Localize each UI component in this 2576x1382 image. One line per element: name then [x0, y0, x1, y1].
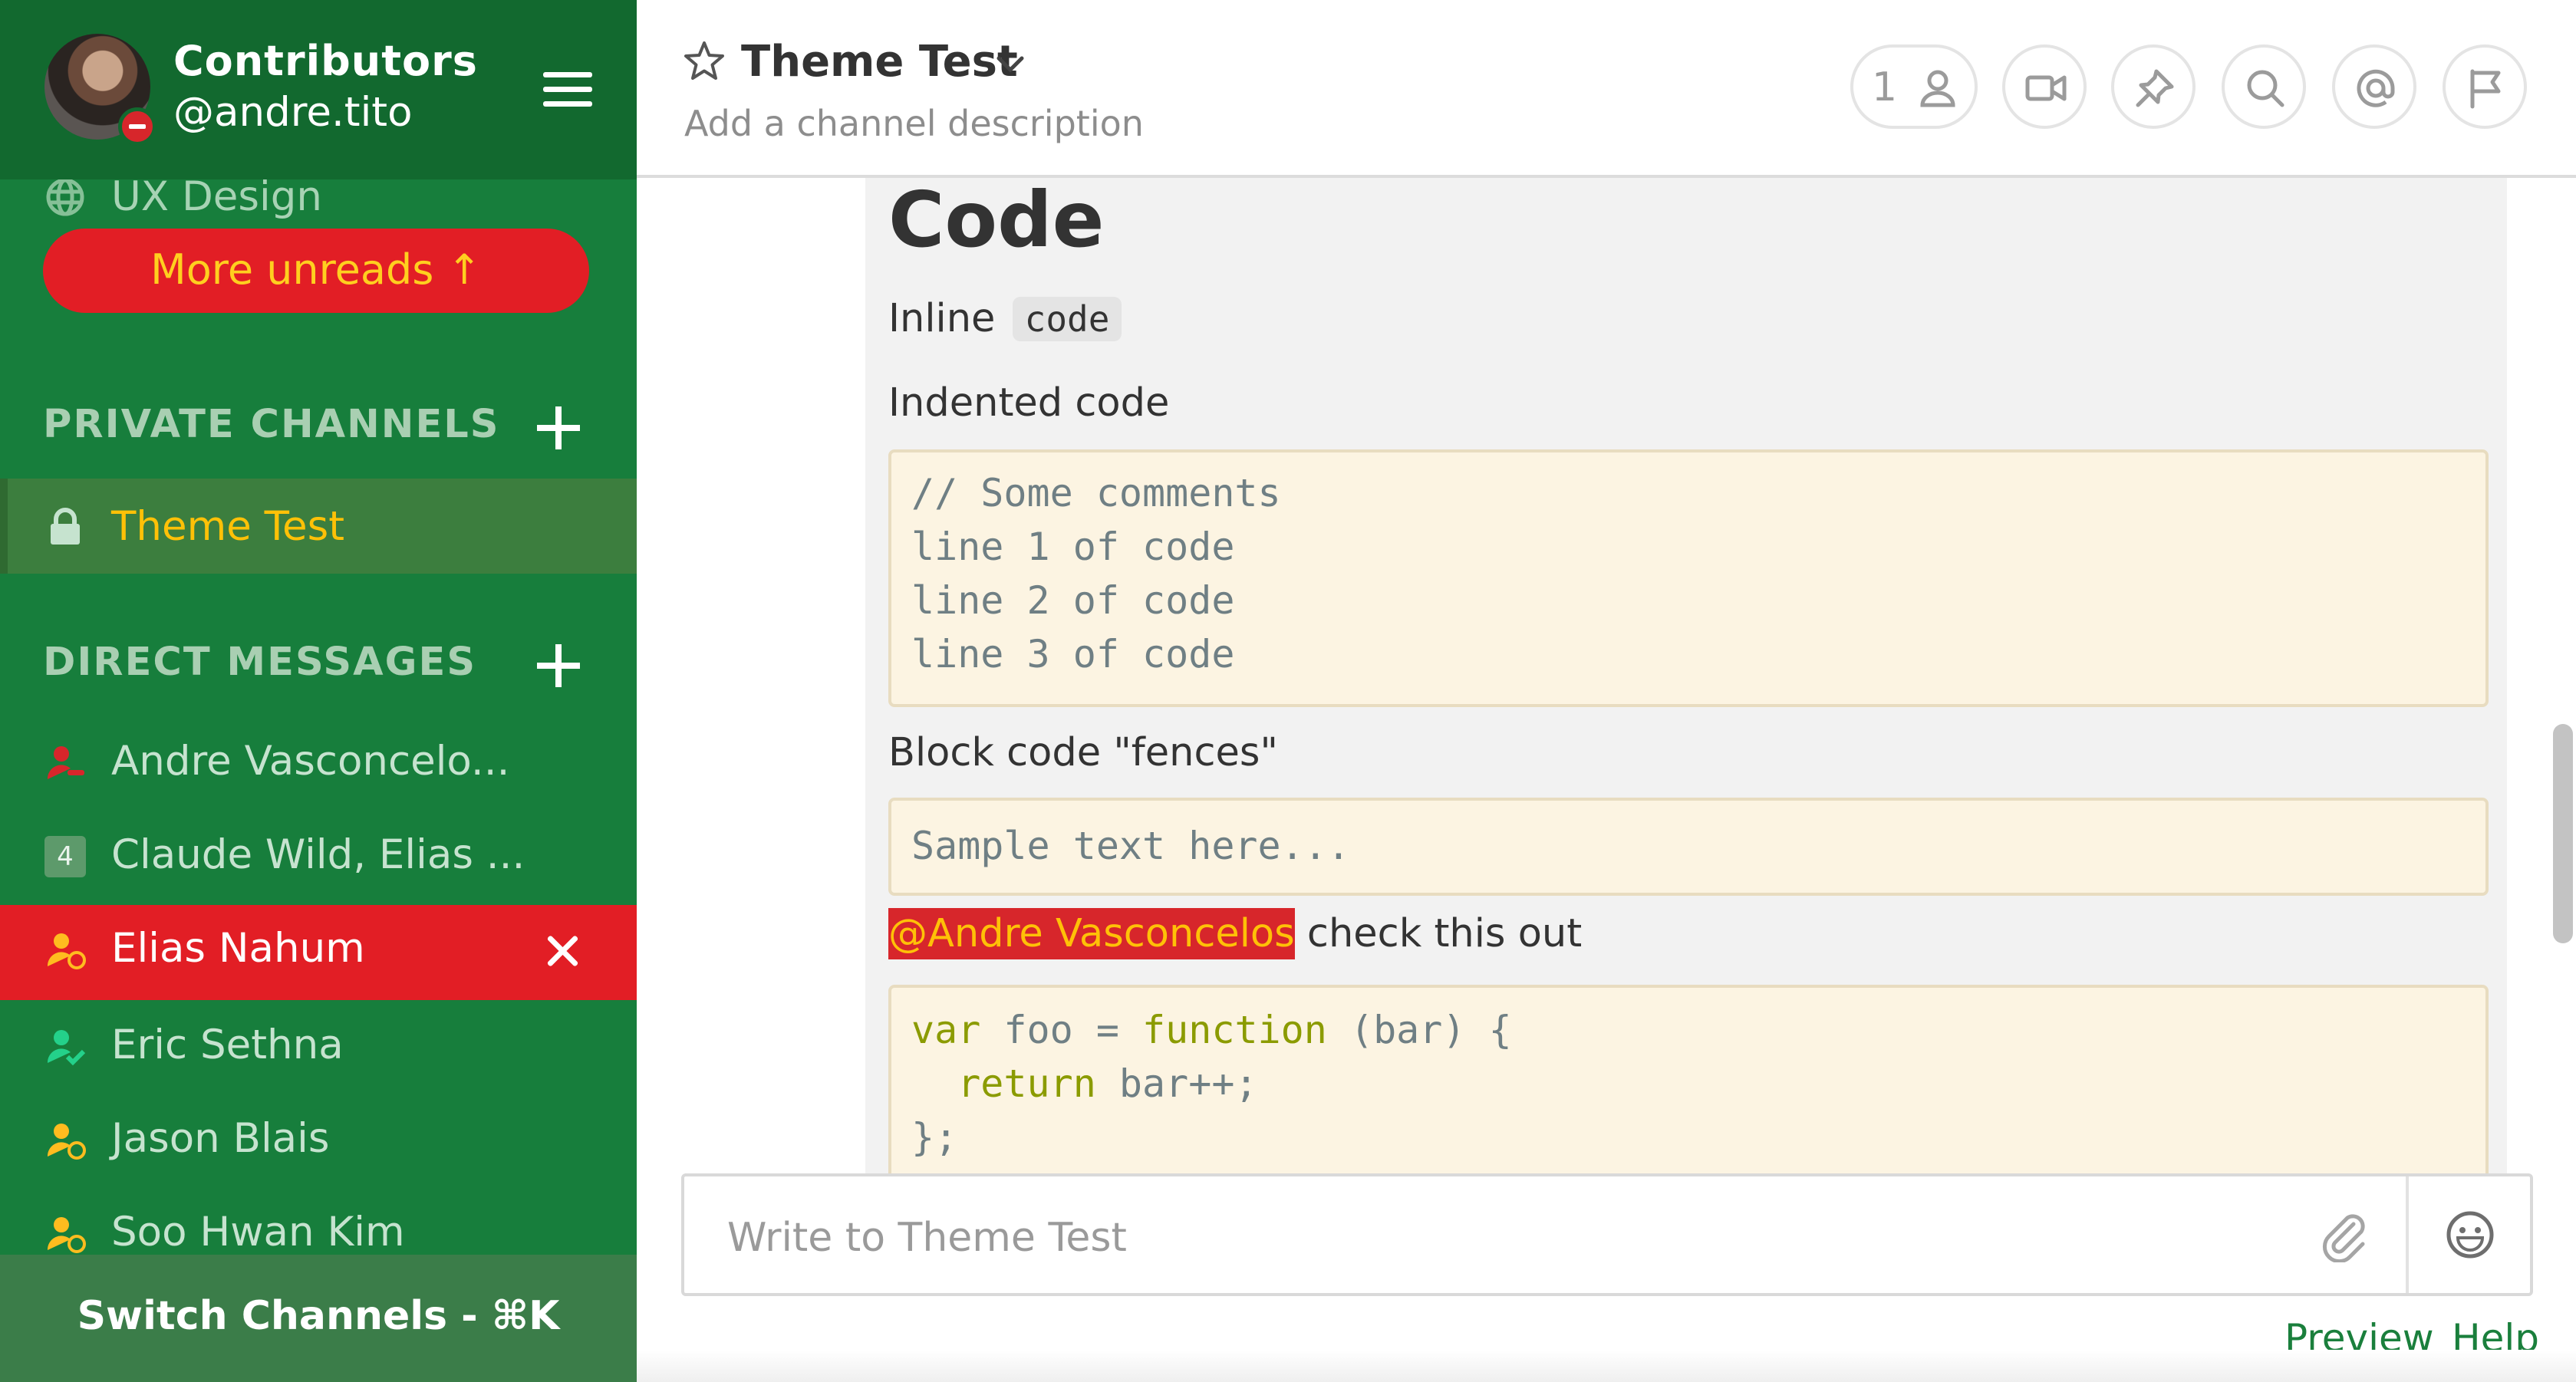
- message-list[interactable]: Code Inline code Indented code // Some c…: [637, 178, 2576, 1175]
- dm-item-andre[interactable]: Andre Vasconcelo...: [0, 718, 637, 808]
- flag-icon: [2470, 69, 2501, 109]
- dm-item-elias[interactable]: Elias Nahum: [0, 905, 637, 1000]
- mentions-button[interactable]: [2332, 44, 2416, 129]
- dm-label: Andre Vasconcelo...: [111, 738, 510, 785]
- video-icon: [2025, 75, 2067, 101]
- message-body: Code Inline code Indented code // Some c…: [865, 178, 2507, 1175]
- sidebar-item-label: UX Design: [111, 173, 322, 220]
- composer-divider: [2406, 1176, 2409, 1293]
- switch-channels-label: Switch Channels - ⌘K: [77, 1293, 560, 1339]
- js-code-block: var foo = function (bar) { return bar++;…: [888, 985, 2489, 1175]
- code-line: line 1 of code: [911, 525, 1235, 569]
- channel-header: Theme Test Add a channel description 1: [637, 0, 2576, 178]
- user-away-status-icon: [47, 933, 86, 969]
- code-line: line 2 of code: [911, 578, 1235, 623]
- dm-item-eric[interactable]: Eric Sethna: [0, 1002, 637, 1092]
- at-mention-icon: [2357, 69, 2395, 107]
- dm-label: Eric Sethna: [111, 1022, 344, 1068]
- globe-icon: [46, 178, 84, 216]
- sidebar-header: Contributors @andre.tito: [0, 0, 637, 179]
- group-count-badge: 4: [44, 836, 86, 877]
- message-heading: Code: [888, 178, 1105, 265]
- member-count: 1: [1872, 64, 1898, 110]
- dnd-status-icon: [118, 107, 156, 146]
- user-handle[interactable]: @andre.tito: [173, 89, 413, 136]
- add-direct-message-icon[interactable]: [537, 644, 580, 687]
- user-online-status-icon: [47, 1030, 86, 1066]
- user-dnd-status-icon: [47, 746, 84, 779]
- dm-label: Claude Wild, Elias ...: [111, 831, 525, 878]
- members-button[interactable]: 1: [1850, 44, 1978, 129]
- sidebar-item-theme-test[interactable]: Theme Test: [0, 479, 637, 574]
- inline-code: code: [1012, 297, 1122, 341]
- inline-prefix: Inline: [888, 296, 996, 341]
- code-line: Sample text here...: [911, 824, 1350, 868]
- indented-code-block: // Some comments line 1 of code line 2 o…: [888, 449, 2489, 707]
- user-away-status-icon: [47, 1124, 86, 1160]
- dm-item-group[interactable]: 4 Claude Wild, Elias ...: [0, 811, 637, 902]
- video-call-button[interactable]: [2002, 44, 2087, 129]
- indented-code-label: Indented code: [888, 380, 1170, 426]
- direct-messages-header: DIRECT MESSAGES: [43, 640, 477, 685]
- dm-item-jason[interactable]: Jason Blais: [0, 1095, 637, 1186]
- more-unreads-button[interactable]: More unreads ↑: [43, 229, 589, 313]
- private-channels-header: PRIVATE CHANNELS: [43, 402, 500, 447]
- channel-description[interactable]: Add a channel description: [684, 103, 1144, 144]
- member-icon: [1920, 70, 1955, 107]
- hamburger-menu-icon[interactable]: [543, 72, 592, 107]
- dm-label: Elias Nahum: [111, 925, 365, 972]
- attachment-icon[interactable]: [2315, 1207, 2370, 1262]
- avatar[interactable]: [44, 34, 156, 146]
- message-scrollbar[interactable]: [2553, 724, 2573, 943]
- sidebar: UX Design Contributors @andre.tito More …: [0, 0, 637, 1382]
- flagged-button[interactable]: [2443, 44, 2527, 129]
- fenced-code-label: Block code "fences": [888, 730, 1278, 775]
- chevron-down-icon[interactable]: [991, 44, 1029, 83]
- dm-label: Soo Hwan Kim: [111, 1209, 405, 1255]
- pinned-button[interactable]: [2111, 44, 2196, 129]
- code-line: return bar++;: [911, 1061, 1258, 1106]
- star-icon[interactable]: [683, 40, 726, 83]
- message-composer[interactable]: Write to Theme Test: [681, 1173, 2533, 1296]
- user-away-status-icon: [47, 1217, 86, 1253]
- lock-icon: [51, 508, 80, 545]
- team-name[interactable]: Contributors: [173, 37, 478, 85]
- code-line: var foo = function (bar) {: [911, 1008, 1512, 1052]
- dm-label: Jason Blais: [111, 1115, 330, 1162]
- emoji-icon[interactable]: [2443, 1207, 2498, 1262]
- more-unreads-label: More unreads ↑: [150, 245, 482, 294]
- footer-shadow: [637, 1350, 2576, 1382]
- fenced-code-block: Sample text here...: [888, 798, 2489, 896]
- pin-icon: [2136, 69, 2174, 107]
- inline-code-paragraph: Inline code: [888, 296, 1122, 341]
- code-line: line 3 of code: [911, 632, 1235, 676]
- mention-paragraph: @Andre Vasconcelos check this out: [888, 908, 1583, 959]
- switch-channels-button[interactable]: Switch Channels - ⌘K: [0, 1255, 637, 1382]
- user-mention[interactable]: @Andre Vasconcelos: [888, 908, 1295, 959]
- code-line: // Some comments: [911, 471, 1281, 515]
- add-private-channel-icon[interactable]: [537, 406, 580, 449]
- close-icon[interactable]: [545, 933, 581, 969]
- search-icon: [2247, 70, 2284, 107]
- search-button[interactable]: [2222, 44, 2306, 129]
- sidebar-item-label: Theme Test: [111, 503, 345, 550]
- mention-suffix: check this out: [1294, 911, 1583, 956]
- message-input[interactable]: Write to Theme Test: [727, 1215, 1127, 1261]
- code-line: };: [911, 1115, 958, 1160]
- channel-name[interactable]: Theme Test: [741, 37, 1018, 87]
